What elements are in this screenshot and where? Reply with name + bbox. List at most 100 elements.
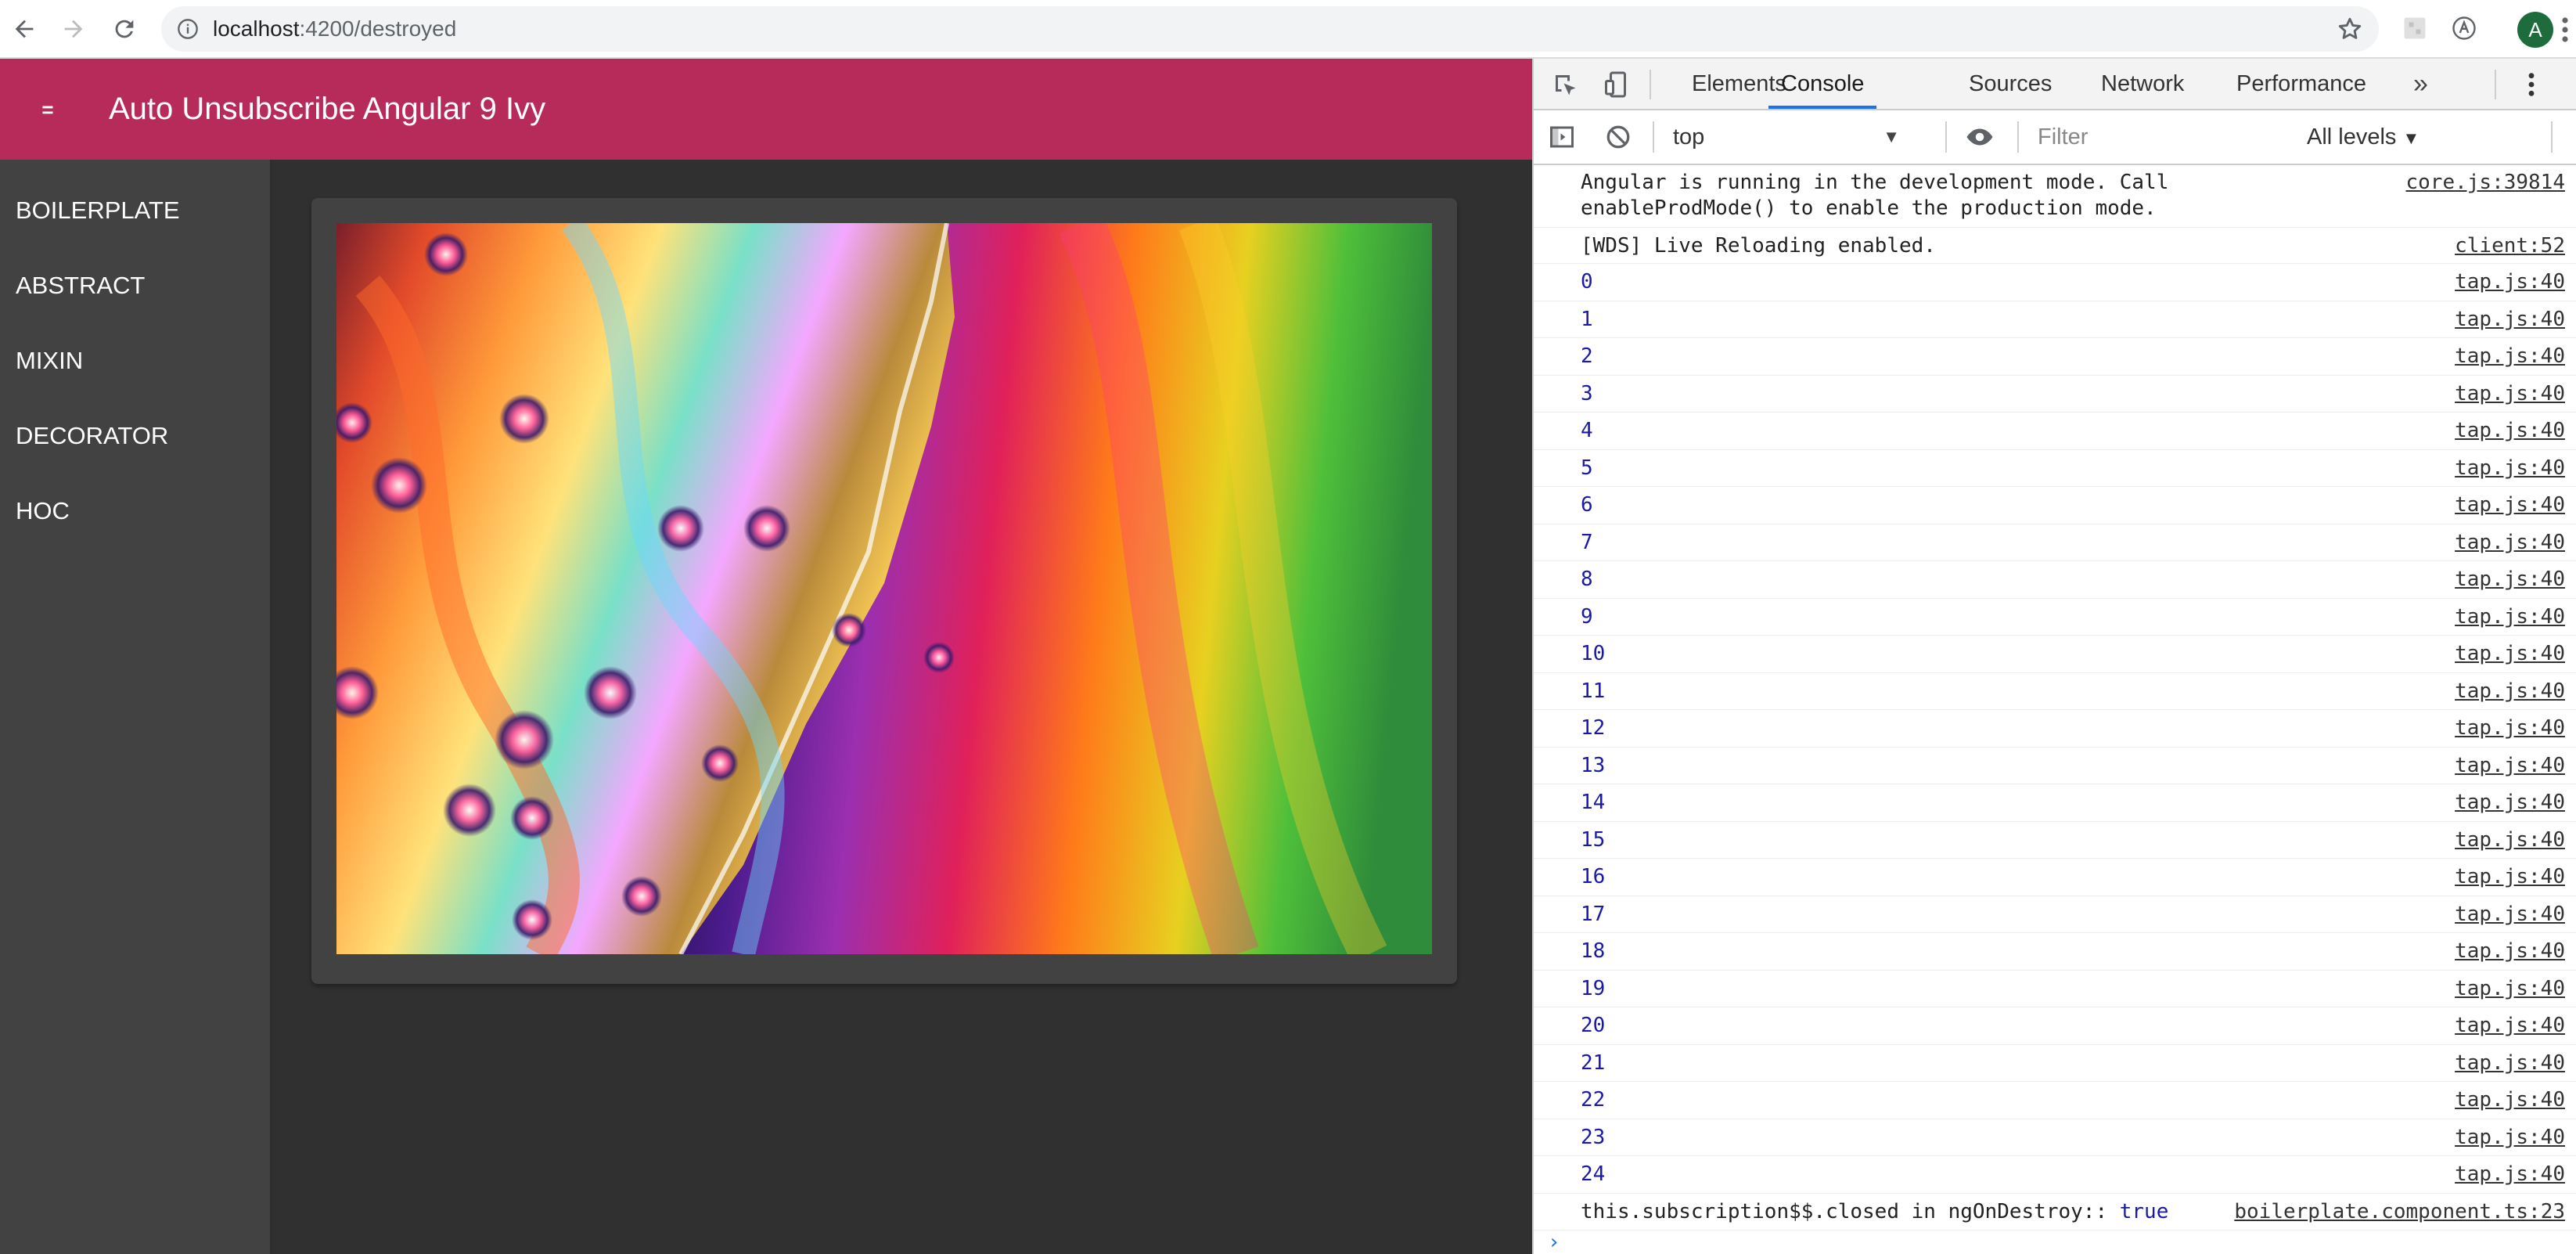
log-source-link[interactable]: tap.js:40 [2455, 896, 2565, 934]
reload-button[interactable] [106, 11, 142, 47]
divider [2495, 70, 2496, 99]
log-source-link[interactable]: tap.js:40 [2455, 933, 2565, 971]
bookmark-star-icon[interactable] [2337, 16, 2363, 42]
log-text: this.subscription$$.closed in ngOnDestro… [1581, 1199, 2120, 1223]
profile-avatar[interactable]: A [2517, 12, 2553, 48]
log-source-link[interactable]: tap.js:40 [2455, 561, 2565, 599]
menu-button[interactable]: = [28, 90, 67, 129]
console-message: 0 tap.js:40 [1534, 264, 2576, 301]
nav-item-decorator[interactable]: DECORATOR [0, 398, 270, 474]
nav-item-mixin[interactable]: MIXIN [0, 323, 270, 398]
log-text: 11 [1581, 679, 1606, 703]
nav-item-abstract[interactable]: ABSTRACT [0, 248, 270, 323]
log-source-link[interactable]: tap.js:40 [2455, 301, 2565, 339]
context-selector[interactable]: top ▼ [1673, 120, 1908, 154]
log-source-link[interactable]: tap.js:40 [2455, 636, 2565, 673]
log-text: 13 [1581, 753, 1606, 777]
log-source-link[interactable]: tap.js:40 [2455, 822, 2565, 859]
log-source-link[interactable]: client:52 [2455, 228, 2565, 264]
console-message: 5 tap.js:40 [1534, 450, 2576, 488]
console-message: 12 tap.js:40 [1534, 710, 2576, 748]
log-boolean-value: true [2119, 1199, 2169, 1223]
log-source-link[interactable]: tap.js:40 [2455, 748, 2565, 785]
console-prompt[interactable]: › [1548, 1231, 1560, 1254]
log-levels-value: All levels [2307, 124, 2397, 150]
sidenav: BOILERPLATE ABSTRACT MIXIN DECORATOR HOC [0, 160, 272, 1254]
log-source-link[interactable]: tap.js:40 [2455, 710, 2565, 748]
device-toolbar-icon[interactable] [1603, 70, 1631, 99]
console-message: 16 tap.js:40 [1534, 859, 2576, 896]
extension-icon[interactable] [2401, 14, 2429, 42]
context-selector-value: top [1673, 124, 1705, 150]
url-host: localhost [213, 16, 300, 41]
log-source-link[interactable]: tap.js:40 [2455, 599, 2565, 636]
console-message: 17 tap.js:40 [1534, 896, 2576, 934]
log-source-link[interactable]: tap.js:40 [2455, 413, 2565, 450]
console-message: 7 tap.js:40 [1534, 524, 2576, 562]
forward-button[interactable] [56, 11, 92, 47]
console-message: 9 tap.js:40 [1534, 599, 2576, 636]
log-source-link[interactable]: tap.js:40 [2455, 450, 2565, 488]
tab-sources[interactable]: Sources [1969, 59, 2052, 109]
more-vert-icon[interactable] [2557, 16, 2573, 44]
console-message: 19 tap.js:40 [1534, 971, 2576, 1008]
log-source-link[interactable]: tap.js:40 [2455, 376, 2565, 413]
console-message: 4 tap.js:40 [1534, 413, 2576, 450]
console-filter-input[interactable] [2031, 120, 2290, 154]
adblock-extension-icon[interactable] [2450, 14, 2478, 42]
log-levels-dropdown[interactable]: All levels ▼ [2307, 120, 2419, 154]
console-message: 22 tap.js:40 [1534, 1082, 2576, 1119]
log-source-link[interactable]: tap.js:40 [2455, 264, 2565, 301]
log-source-link[interactable]: tap.js:40 [2455, 971, 2565, 1008]
log-source-link[interactable]: boilerplate.component.ts:23 [2234, 1194, 2565, 1231]
divider [2551, 121, 2553, 153]
log-text: 5 [1581, 456, 1593, 480]
divider [1650, 70, 1651, 99]
inspect-element-icon[interactable] [1551, 70, 1579, 99]
tab-performance[interactable]: Performance [2236, 59, 2366, 109]
log-source-link[interactable]: tap.js:40 [2455, 487, 2565, 524]
log-source-link[interactable]: tap.js:40 [2455, 673, 2565, 711]
console-message: 10 tap.js:40 [1534, 636, 2576, 673]
address-bar[interactable]: localhost:4200/destroyed [161, 6, 2379, 52]
nav-item-boilerplate[interactable]: BOILERPLATE [0, 173, 270, 248]
more-tabs-icon[interactable]: » [2413, 59, 2428, 109]
log-text: 8 [1581, 568, 1593, 591]
log-source-link[interactable]: tap.js:40 [2455, 1045, 2565, 1083]
log-source-link[interactable]: tap.js:40 [2455, 784, 2565, 822]
log-source-link[interactable]: tap.js:40 [2455, 1119, 2565, 1157]
devtools-menu-icon[interactable] [2524, 71, 2538, 98]
log-text: 15 [1581, 827, 1606, 852]
forward-arrow-icon [64, 20, 83, 38]
image-card [311, 198, 1457, 984]
console-message: 11 tap.js:40 [1534, 673, 2576, 711]
app-viewport: = Auto Unsubscribe Angular 9 Ivy BOILERP… [0, 59, 1532, 1254]
console-message: 18 tap.js:40 [1534, 933, 2576, 971]
log-source-link[interactable]: tap.js:40 [2455, 338, 2565, 376]
tab-console[interactable]: Console [1768, 59, 1877, 109]
live-expression-eye-icon[interactable] [1966, 123, 1994, 151]
log-source-link[interactable]: tap.js:40 [2455, 524, 2565, 562]
show-sidebar-icon[interactable] [1548, 123, 1576, 151]
console-message: 23 tap.js:40 [1534, 1119, 2576, 1157]
log-source-link[interactable]: tap.js:40 [2455, 1082, 2565, 1119]
app-title: Auto Unsubscribe Angular 9 Ivy [109, 92, 546, 126]
browser-toolbar: localhost:4200/destroyed A [0, 0, 2576, 59]
tab-network[interactable]: Network [2101, 59, 2184, 109]
log-source-link[interactable]: tap.js:40 [2455, 859, 2565, 896]
log-text: 14 [1581, 791, 1606, 814]
log-text: 0 [1581, 270, 1593, 294]
devtools-panel: Elements Console Sources Network Perform… [1532, 59, 2576, 1254]
reload-icon [115, 20, 134, 38]
log-source-link[interactable]: core.js:39814 [2406, 170, 2566, 196]
log-text: 19 [1581, 976, 1606, 1000]
log-text: 21 [1581, 1050, 1606, 1075]
log-source-link[interactable]: tap.js:40 [2455, 1007, 2565, 1045]
clear-console-icon[interactable] [1604, 123, 1632, 151]
console-output: Angular is running in the development mo… [1534, 165, 2576, 1254]
app-toolbar: = Auto Unsubscribe Angular 9 Ivy [0, 59, 1532, 160]
nav-item-hoc[interactable]: HOC [0, 474, 270, 549]
back-button[interactable] [6, 11, 42, 47]
caret-down-icon: ▼ [2402, 128, 2420, 148]
log-source-link[interactable]: tap.js:40 [2455, 1156, 2565, 1194]
